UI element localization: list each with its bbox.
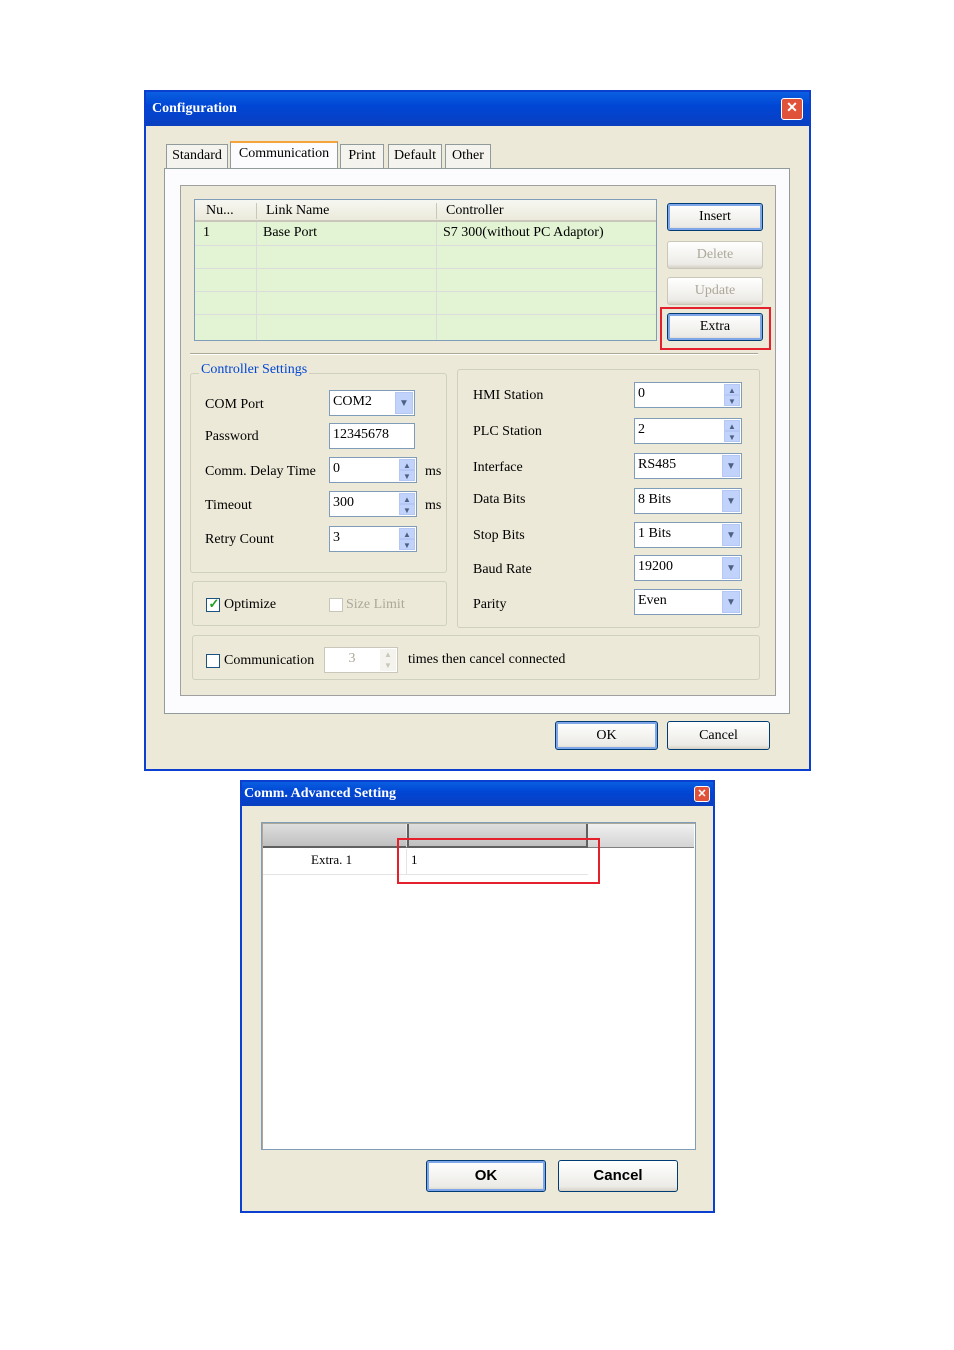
table-row[interactable]: 1 Base Port S7 300(without PC Adaptor)	[195, 224, 656, 244]
size-limit-label: Size Limit	[346, 597, 405, 612]
comm-delay-label: Comm. Delay Time	[205, 464, 316, 479]
stop-bits-select[interactable]: 1 Bits ▼	[634, 522, 742, 548]
plc-station-label: PLC Station	[473, 424, 542, 439]
spin-up-icon[interactable]: ▲	[724, 420, 740, 431]
spin-down-icon[interactable]: ▼	[724, 395, 740, 406]
chevron-down-icon[interactable]: ▼	[722, 455, 740, 477]
column-divider	[436, 203, 437, 219]
close-icon[interactable]: ✕	[781, 98, 803, 120]
baud-rate-select[interactable]: 19200 ▼	[634, 555, 742, 581]
password-field[interactable]: 12345678	[329, 423, 415, 449]
separator	[190, 353, 758, 355]
column-header-number[interactable]: Nu...	[206, 203, 234, 219]
cell-link-name: Base Port	[263, 225, 318, 240]
ok-button[interactable]: OK	[555, 721, 658, 750]
com-port-label: COM Port	[205, 397, 264, 412]
cell-controller: S7 300(without PC Adaptor)	[443, 225, 604, 240]
hmi-station-label: HMI Station	[473, 388, 544, 403]
grid-line	[195, 245, 656, 246]
spin-down-icon[interactable]: ▼	[399, 539, 415, 550]
extra-highlight-box	[660, 307, 771, 350]
advanced-cancel-button[interactable]: Cancel	[558, 1160, 678, 1192]
extra-value-highlight-box	[397, 838, 600, 884]
window-title-bar: Configuration	[146, 92, 809, 126]
parity-label: Parity	[473, 597, 507, 612]
advanced-title-bar: Comm. Advanced Setting	[242, 782, 713, 806]
comm-delay-field[interactable]: 0 ▲ ▼	[329, 457, 417, 483]
chevron-down-icon[interactable]: ▼	[722, 591, 740, 613]
spin-down-icon[interactable]: ▼	[724, 431, 740, 442]
comm-delay-unit: ms	[425, 464, 442, 479]
spin-down-icon[interactable]: ▼	[399, 504, 415, 515]
chevron-down-icon[interactable]: ▼	[722, 524, 740, 546]
spin-up-icon[interactable]: ▲	[380, 649, 396, 660]
column-header-controller[interactable]: Controller	[446, 203, 504, 219]
timeout-label: Timeout	[205, 498, 252, 513]
timeout-field[interactable]: 300 ▲ ▼	[329, 491, 417, 517]
tab-communication[interactable]: Communication	[230, 141, 338, 168]
grid-line	[195, 314, 656, 315]
delete-button[interactable]: Delete	[667, 241, 763, 269]
spin-up-icon[interactable]: ▲	[399, 528, 415, 539]
optimize-label: Optimize	[224, 597, 277, 612]
tab-other[interactable]: Other	[445, 144, 491, 169]
insert-button[interactable]: Insert	[667, 203, 763, 231]
communication-checkbox[interactable]	[206, 654, 220, 668]
advanced-title: Comm. Advanced Setting	[244, 786, 397, 801]
advanced-setting-window: Comm. Advanced Setting ✕ Extra. 1 1 OK C…	[240, 780, 715, 1213]
tab-default[interactable]: Default	[388, 144, 442, 169]
spin-down-icon[interactable]: ▼	[380, 660, 396, 671]
column-divider	[256, 203, 257, 219]
column-header-link-name[interactable]: Link Name	[266, 203, 329, 219]
data-bits-select[interactable]: 8 Bits ▼	[634, 488, 742, 514]
retry-count-label: Retry Count	[205, 532, 274, 547]
link-table[interactable]: Nu... Link Name Controller 1 Base Port S…	[194, 199, 657, 341]
grid-line	[195, 291, 656, 292]
tab-standard[interactable]: Standard	[166, 144, 228, 169]
close-icon[interactable]: ✕	[694, 786, 710, 802]
parity-select[interactable]: Even ▼	[634, 589, 742, 615]
chevron-down-icon[interactable]: ▼	[722, 557, 740, 579]
optimize-checkbox[interactable]: ✓	[206, 596, 220, 612]
plc-station-field[interactable]: 2 ▲ ▼	[634, 418, 742, 444]
chevron-down-icon[interactable]: ▼	[395, 392, 413, 414]
stop-bits-label: Stop Bits	[473, 528, 525, 543]
communication-label: Communication	[224, 653, 315, 668]
com-port-value: COM2	[333, 394, 372, 409]
extra-row-label: Extra. 1	[311, 852, 353, 867]
password-label: Password	[205, 429, 259, 444]
cancel-button[interactable]: Cancel	[667, 721, 770, 750]
grid-header-cell	[263, 824, 406, 848]
update-button[interactable]: Update	[667, 277, 763, 305]
com-port-select[interactable]: COM2 ▼	[329, 390, 415, 416]
tab-print[interactable]: Print	[340, 144, 384, 169]
interface-label: Interface	[473, 460, 523, 475]
cell-number: 1	[203, 225, 210, 240]
spin-up-icon[interactable]: ▲	[399, 459, 415, 470]
size-limit-checkbox[interactable]	[329, 598, 343, 612]
spin-up-icon[interactable]: ▲	[399, 493, 415, 504]
controller-settings-title: Controller Settings	[199, 362, 310, 378]
table-header: Nu... Link Name Controller	[195, 200, 656, 222]
chevron-down-icon[interactable]: ▼	[722, 490, 740, 512]
interface-select[interactable]: RS485 ▼	[634, 453, 742, 479]
hmi-station-field[interactable]: 0 ▲ ▼	[634, 382, 742, 408]
spin-down-icon[interactable]: ▼	[399, 470, 415, 481]
data-bits-label: Data Bits	[473, 492, 526, 507]
baud-rate-label: Baud Rate	[473, 562, 532, 577]
communication-suffix: times then cancel connected	[408, 652, 566, 667]
timeout-unit: ms	[425, 498, 442, 513]
communication-retry-field[interactable]: 3 ▲ ▼	[324, 647, 398, 673]
grid-line	[195, 268, 656, 269]
spin-up-icon[interactable]: ▲	[724, 384, 740, 395]
window-title: Configuration	[152, 101, 237, 116]
advanced-ok-button[interactable]: OK	[426, 1160, 546, 1192]
checkmark-icon: ✓	[208, 596, 220, 611]
retry-count-field[interactable]: 3 ▲ ▼	[329, 526, 417, 552]
configuration-window: Configuration ✕ Standard Communication P…	[144, 90, 811, 771]
